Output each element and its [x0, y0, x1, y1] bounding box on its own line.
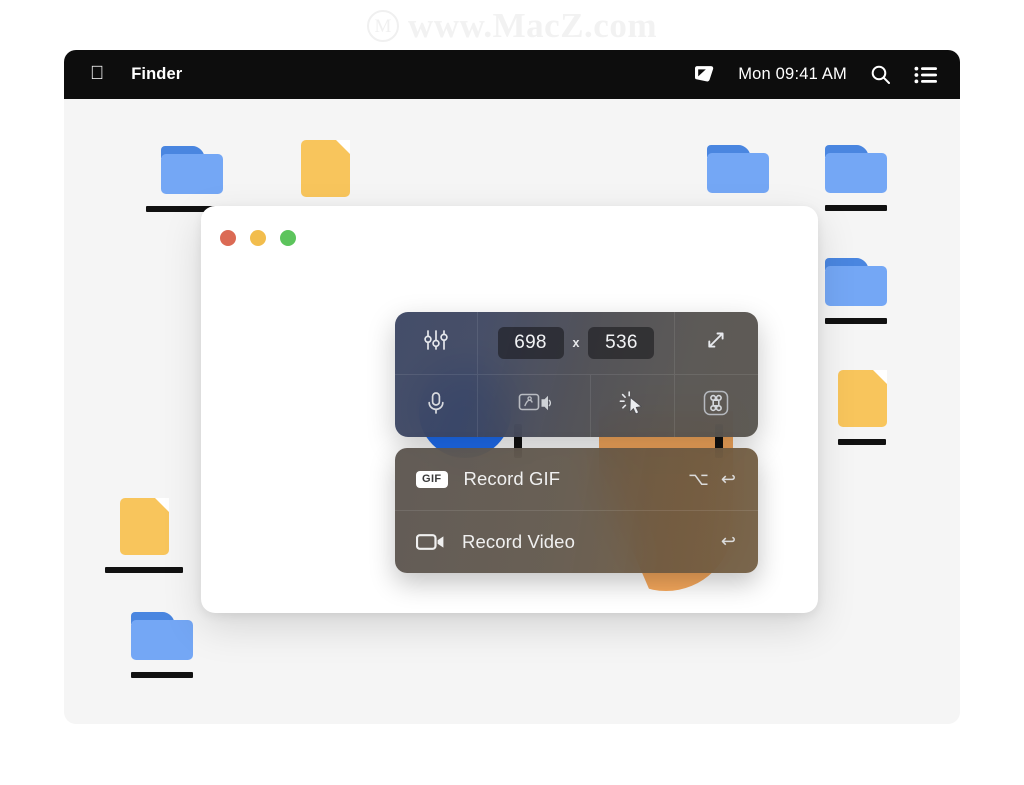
folder-icon	[825, 258, 887, 306]
video-camera-icon	[416, 532, 446, 552]
desktop-item-label	[131, 672, 193, 678]
menu-item-label: Record GIF	[463, 468, 561, 489]
desktop-item-folder-4[interactable]	[810, 258, 902, 324]
sliders-icon	[423, 327, 449, 358]
desktop-item-folder-5[interactable]	[116, 612, 208, 678]
microphone-icon	[424, 390, 448, 421]
desktop-item-document-1[interactable]	[279, 140, 371, 197]
return-key-glyph: ↩	[720, 531, 736, 551]
folder-icon	[161, 146, 223, 194]
record-context-menu: GIF Record GIF ⌥ ↩ Record Video ↩	[395, 448, 758, 573]
watermark: M www.MacZ.com	[0, 2, 1024, 50]
command-key-icon	[701, 388, 731, 423]
toolbar-system-audio-button[interactable]	[478, 374, 592, 437]
search-icon[interactable]	[870, 64, 891, 85]
menu-item-shortcut: ↩	[721, 531, 736, 552]
menu-item-shortcut: ⌥ ↩	[688, 469, 736, 490]
capture-toolbar: 698 x 536	[395, 312, 758, 437]
close-button[interactable]	[220, 230, 236, 246]
menu-bar:  Finder Mon 09:41 AM	[64, 50, 960, 99]
watermark-text: www.MacZ.com	[407, 6, 657, 45]
return-key-glyph: ↩	[720, 468, 736, 489]
desktop-item-folder-2[interactable]	[692, 145, 784, 193]
system-audio-icon	[517, 391, 552, 420]
option-key-glyph: ⌥	[688, 468, 709, 489]
menu-item-record-video[interactable]: Record Video ↩	[395, 510, 758, 572]
expand-arrows-icon	[704, 328, 728, 357]
toolbar-settings-button[interactable]	[395, 312, 479, 375]
desktop-item-label	[825, 205, 887, 211]
window-traffic-lights	[220, 230, 296, 246]
size-separator: x	[572, 335, 580, 350]
zoom-button[interactable]	[280, 230, 296, 246]
menu-item-record-gif[interactable]: GIF Record GIF ⌥ ↩	[395, 448, 758, 510]
toolbar-fullscreen-button[interactable]	[674, 312, 758, 375]
desktop-item-label	[825, 318, 887, 324]
capture-size-group: 698 x 536	[478, 312, 675, 375]
desktop-item-label	[105, 567, 183, 573]
toolbar-click-effects-button[interactable]	[591, 374, 675, 437]
minimize-button[interactable]	[250, 230, 266, 246]
watermark-logo-letter: M	[374, 15, 392, 37]
toolbar-keystrokes-button[interactable]	[675, 375, 758, 438]
click-effects-cursor-icon	[618, 389, 646, 422]
capture-width-input[interactable]: 698	[497, 326, 564, 359]
toolbar-microphone-button[interactable]	[395, 374, 479, 437]
desktop-item-document-3[interactable]	[98, 498, 190, 573]
control-center-icon[interactable]	[914, 66, 938, 84]
menu-bar-app-name[interactable]: Finder	[131, 65, 182, 84]
menu-item-label: Record Video	[462, 530, 575, 552]
gif-badge-icon: GIF	[416, 470, 448, 488]
document-icon	[837, 370, 887, 427]
desktop-screen:  Finder Mon 09:41 AM	[64, 50, 960, 724]
watermark-logo-icon: M	[366, 10, 399, 42]
desktop-item-label	[838, 439, 886, 445]
screenshot-capture-icon[interactable]	[693, 65, 715, 85]
apple-logo-icon[interactable]: 	[90, 64, 104, 83]
capture-height-input[interactable]: 536	[588, 326, 655, 359]
menu-bar-clock[interactable]: Mon 09:41 AM	[738, 65, 847, 84]
desktop-item-document-2[interactable]	[816, 370, 908, 445]
folder-icon	[707, 145, 769, 193]
folder-icon	[131, 612, 193, 660]
document-icon	[119, 498, 169, 555]
desktop-item-folder-1[interactable]	[146, 146, 238, 212]
document-icon	[300, 140, 350, 197]
desktop-item-folder-3[interactable]	[810, 145, 902, 211]
folder-icon	[825, 145, 887, 193]
